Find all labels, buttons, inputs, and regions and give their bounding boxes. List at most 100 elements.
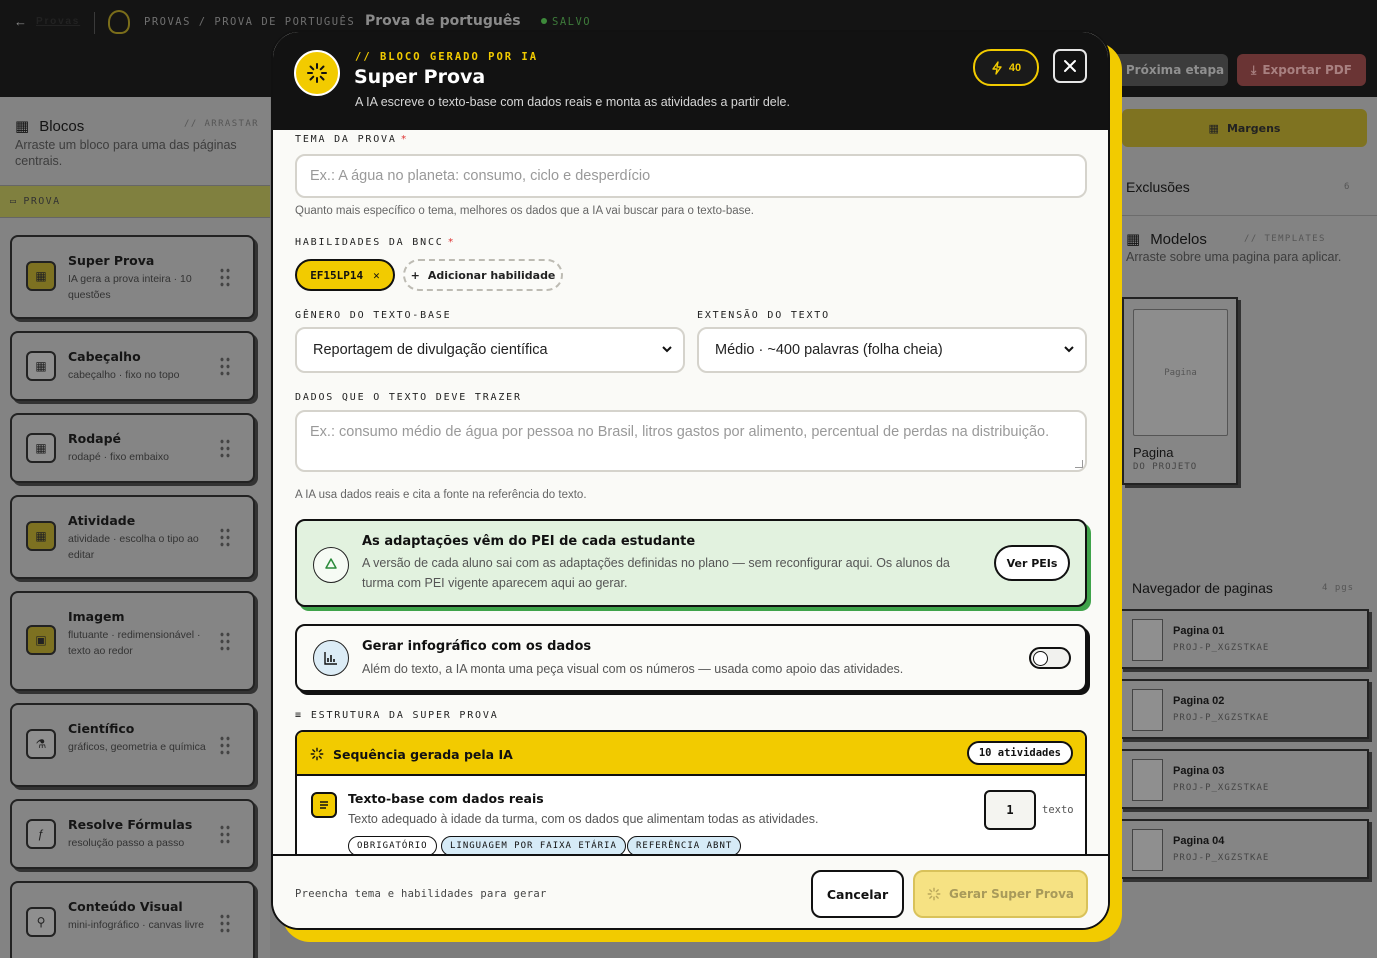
blocks-subtitle: Arraste um bloco para uma das páginas ce… xyxy=(15,138,237,168)
template-source: DO PROJETO xyxy=(1133,462,1198,472)
block-desc: flutuante · redimensionável · texto ao r… xyxy=(68,629,201,657)
models-header[interactable]: ▦ Modelos xyxy=(1126,230,1207,249)
infographic-card: Gerar infográfico com os dados Além do t… xyxy=(295,624,1087,692)
lightning-icon xyxy=(992,60,1002,75)
credits-value: 40 xyxy=(1008,61,1022,74)
block-atividade[interactable]: ▦ Atividade atividade · escolha o tipo a… xyxy=(10,495,255,579)
block-title: Conteúdo Visual xyxy=(68,899,183,914)
page-name: Pagina 03 xyxy=(1173,765,1225,777)
flask-icon: ⚗ xyxy=(26,729,56,759)
exclusions-title[interactable]: Exclusões xyxy=(1126,179,1190,195)
text-lines-icon xyxy=(311,792,337,818)
page-item[interactable]: Pagina 03 PROJ-P_XGZSTKAE xyxy=(1120,749,1369,809)
page-item[interactable]: Pagina 04 PROJ-P_XGZSTKAE xyxy=(1120,819,1369,879)
bar-chart-icon-svg xyxy=(324,652,337,665)
block-title: Rodapé xyxy=(68,431,122,446)
properties-panel: ▦ Margens Exclusões 6 ▦ Modelos // TEMPL… xyxy=(1110,97,1377,958)
section-prova[interactable]: ▭ PROVA xyxy=(0,185,270,218)
page-thumbnail xyxy=(1132,689,1163,731)
close-button[interactable] xyxy=(1053,49,1087,83)
add-skill-button[interactable]: + Adicionar habilidade xyxy=(403,259,563,291)
skill-chip[interactable]: EF15LP14 ✕ xyxy=(295,259,395,291)
block-desc: gráficos, geometria e química xyxy=(68,741,206,753)
infographic-title: Gerar infográfico com os dados xyxy=(362,639,592,654)
data-placeholder: Ex.: consumo médio de água por pessoa no… xyxy=(310,424,1050,440)
chevron-down-icon xyxy=(1064,346,1074,353)
credits-badge[interactable]: 40 xyxy=(973,49,1039,86)
page-item[interactable]: Pagina 02 PROJ-P_XGZSTKAE xyxy=(1120,679,1369,739)
genre-select[interactable]: Reportagem de divulgação científica xyxy=(295,327,685,373)
drag-handle-icon[interactable] xyxy=(219,631,231,651)
blocks-panel: ▦ Blocos // ARRASTAR Arraste um bloco pa… xyxy=(0,97,270,958)
drag-handle-icon[interactable] xyxy=(219,735,231,755)
dialog-footer: Preencha tema e habilidades para gerar C… xyxy=(273,854,1108,928)
drag-handle-icon[interactable] xyxy=(219,913,231,933)
drag-hint: // ARRASTAR xyxy=(184,119,260,129)
resize-handle[interactable] xyxy=(1075,460,1083,468)
skills-label-text: HABILIDADES DA BNCC xyxy=(295,237,444,248)
theme-input[interactable]: Ex.: A água no planeta: consumo, ciclo e… xyxy=(295,154,1087,198)
export-label: Exportar PDF xyxy=(1262,63,1352,77)
generate-label: Gerar Super Prova xyxy=(949,887,1074,901)
drag-handle-icon[interactable] xyxy=(219,527,231,547)
plus-icon: + xyxy=(410,268,420,282)
quantity-stepper[interactable]: 1 xyxy=(984,790,1036,830)
length-label: EXTENSÃO DO TEXTO xyxy=(697,310,830,321)
block-imagem[interactable]: ▣ Imagem flutuante · redimensionável · t… xyxy=(10,591,255,691)
add-skill-label: Adicionar habilidade xyxy=(427,268,556,282)
sequence-header: Sequência gerada pela IA 10 atividades xyxy=(297,732,1085,776)
pei-desc: A versão de cada aluno sai com as adapta… xyxy=(362,556,950,590)
length-select[interactable]: Médio · ~400 palavras (folha cheia) xyxy=(697,327,1087,373)
block-conteudo-visual[interactable]: ⚲ Conteúdo Visual mini-infográfico · can… xyxy=(10,881,255,958)
data-label: DADOS QUE O TEXTO DEVE TRAZER xyxy=(295,392,522,403)
page-item[interactable]: Pagina 01 PROJ-P_XGZSTKAE xyxy=(1120,609,1369,669)
drag-handle-icon[interactable] xyxy=(219,824,231,844)
block-cientifico[interactable]: ⚗ Científico gráficos, geometria e quími… xyxy=(10,703,255,787)
block-resolve-formulas[interactable]: ƒ Resolve Fórmulas resolução passo a pas… xyxy=(10,799,255,869)
grid-icon: ▦ xyxy=(26,521,56,551)
template-card[interactable]: Pagina Pagina DO PROJETO xyxy=(1122,297,1238,485)
tag-abnt: REFERÊNCIA ABNT xyxy=(627,836,742,854)
view-peis-button[interactable]: Ver PEIs xyxy=(994,545,1070,581)
remove-icon[interactable]: ✕ xyxy=(373,269,380,282)
template-name: Pagina xyxy=(1133,445,1174,460)
theme-hint: Quanto mais específico o tema, melhores … xyxy=(295,205,754,217)
export-pdf-button[interactable]: ⤓ Exportar PDF xyxy=(1237,54,1366,86)
next-step-button[interactable]: Próxima etapa xyxy=(1110,54,1228,86)
page-code: PROJ-P_XGZSTKAE xyxy=(1173,643,1270,653)
back-link[interactable]: ← Provas xyxy=(14,14,78,29)
item-title: Texto-base com dados reais xyxy=(348,791,544,806)
data-hint: A IA usa dados reais e cita a fonte na r… xyxy=(295,489,587,501)
drag-handle-icon[interactable] xyxy=(219,267,231,287)
genre-label: GÊNERO DO TEXTO-BASE xyxy=(295,310,452,321)
template-thumbnail: Pagina xyxy=(1133,309,1228,436)
generate-button[interactable]: Gerar Super Prova xyxy=(913,870,1088,918)
list-icon: ≡ xyxy=(295,710,303,721)
text-lines-icon-svg xyxy=(320,801,328,809)
block-rodape[interactable]: ▦ Rodapé rodapé · fixo embaixo xyxy=(10,413,255,483)
data-textarea[interactable]: Ex.: consumo médio de água por pessoa no… xyxy=(295,410,1087,472)
document-title[interactable]: Prova de português xyxy=(365,13,521,29)
chevron-down-icon xyxy=(662,346,672,353)
grid-icon: ▦ xyxy=(15,118,30,135)
cancel-button[interactable]: Cancelar xyxy=(811,870,904,918)
block-title: Imagem xyxy=(68,609,125,624)
drag-handle-icon[interactable] xyxy=(219,356,231,376)
structure-label-text: ESTRUTURA DA SUPER PROVA xyxy=(310,710,499,721)
dialog-body[interactable]: TEMA DA PROVA * Ex.: A água no planeta: c… xyxy=(273,130,1108,854)
drag-handle-icon[interactable] xyxy=(219,438,231,458)
recycle-icon-svg xyxy=(325,558,337,569)
block-super-prova[interactable]: ▦ Super Prova IA gera a prova inteira · … xyxy=(10,235,255,319)
margins-button[interactable]: ▦ Margens xyxy=(1122,109,1367,147)
block-desc: atividade · escolha o tipo ao editar xyxy=(68,533,199,561)
recycle-icon xyxy=(313,547,349,583)
divider xyxy=(94,12,95,34)
block-desc: IA gera a prova inteira · 10 questões xyxy=(68,273,192,301)
infographic-toggle[interactable] xyxy=(1029,647,1071,669)
dialog-header: // BLOCO GERADO POR IA Super Prova A IA … xyxy=(273,32,1108,130)
structure-label: ≡ ESTRUTURA DA SUPER PROVA xyxy=(295,710,499,721)
page-code: PROJ-P_XGZSTKAE xyxy=(1173,783,1270,793)
page-thumbnail xyxy=(1132,619,1163,661)
block-cabecalho[interactable]: ▦ Cabeçalho cabeçalho · fixo no topo xyxy=(10,331,255,401)
page-count: 4 pgs xyxy=(1322,583,1355,593)
